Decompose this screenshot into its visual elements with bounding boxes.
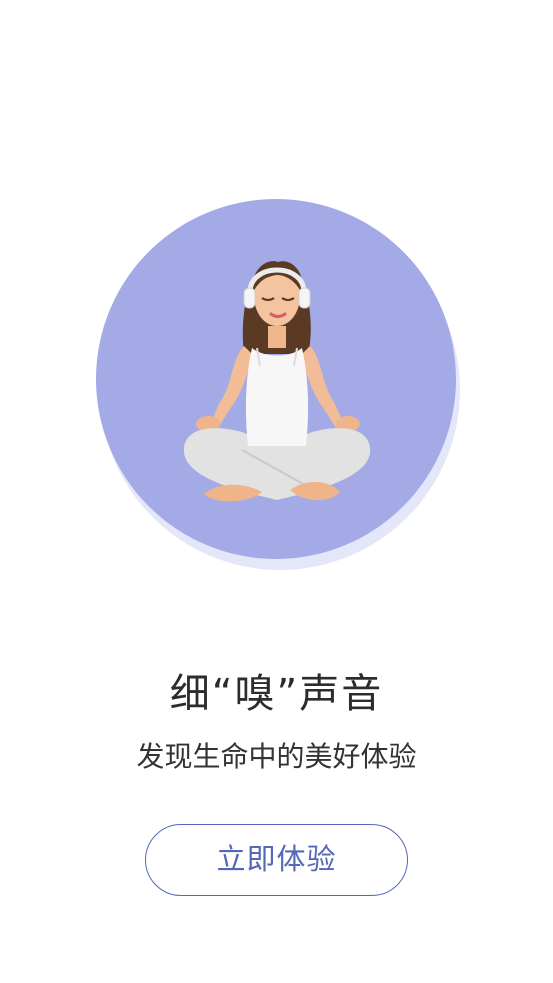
meditation-illustration bbox=[96, 199, 460, 570]
try-now-button[interactable]: 立即体验 bbox=[145, 824, 408, 896]
hero-illustration bbox=[92, 198, 464, 574]
intro-title: 细“嗅”声音 bbox=[169, 671, 384, 717]
intro-subtitle: 发现生命中的美好体验 bbox=[136, 740, 417, 773]
